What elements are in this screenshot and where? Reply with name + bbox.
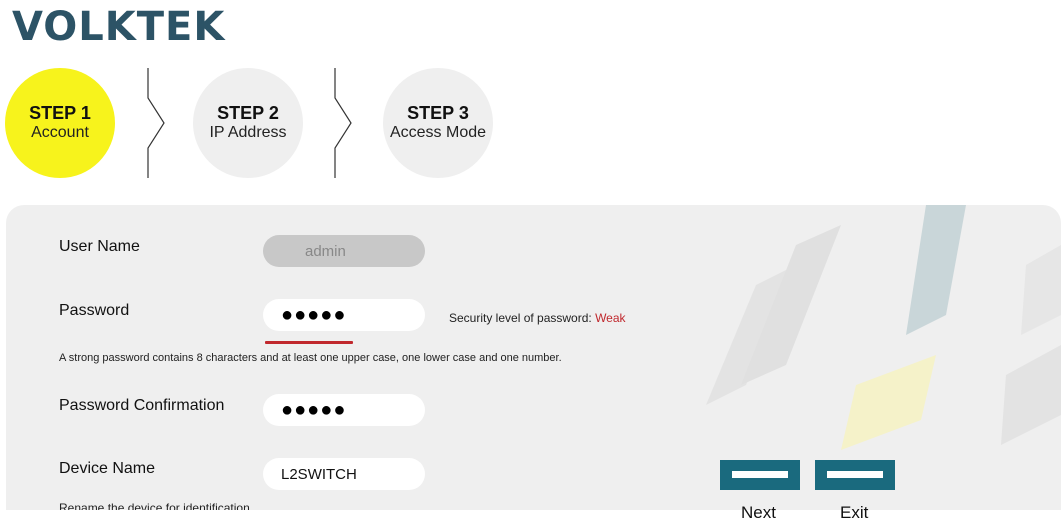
exit-button-label[interactable]: Exit: [840, 503, 868, 523]
username-label: User Name: [59, 238, 140, 255]
exit-button[interactable]: [815, 460, 895, 490]
password-confirmation-input[interactable]: ●●●●●: [263, 394, 425, 426]
password-confirmation-label: Password Confirmation: [59, 397, 225, 414]
security-level-label: Security level of password:: [449, 311, 596, 325]
next-button[interactable]: [720, 460, 800, 490]
step-2-ip-address[interactable]: STEP 2 IP Address: [193, 68, 303, 178]
step-3-number: STEP 3: [407, 103, 469, 123]
step-1-number: STEP 1: [29, 103, 91, 123]
account-form-panel: User Name admin Password ●●●●● Security …: [6, 205, 1061, 510]
step-1-label: Account: [31, 124, 89, 141]
step-3-access-mode[interactable]: STEP 3 Access Mode: [383, 68, 493, 178]
password-label: Password: [59, 302, 130, 319]
password-security-level: Security level of password: Weak: [449, 311, 626, 325]
volktek-logo: VOLKTEK: [12, 4, 226, 50]
username-input[interactable]: admin: [263, 235, 425, 267]
device-name-value: L2SWITCH: [281, 465, 357, 483]
step-separator-chevron-icon: [334, 68, 352, 178]
next-button-bar-icon: [732, 471, 788, 478]
step-2-number: STEP 2: [217, 103, 279, 123]
security-level-value: Weak: [595, 311, 626, 325]
password-confirmation-masked-value: ●●●●●: [281, 398, 347, 421]
password-strength-bar: [265, 341, 353, 344]
step-1-account[interactable]: STEP 1 Account: [5, 68, 115, 178]
step-3-label: Access Mode: [389, 124, 487, 141]
password-hint: A strong password contains 8 characters …: [59, 352, 562, 364]
device-name-input[interactable]: L2SWITCH: [263, 458, 425, 490]
password-input[interactable]: ●●●●●: [263, 299, 425, 331]
next-button-label[interactable]: Next: [741, 503, 776, 523]
exit-button-bar-icon: [827, 471, 883, 478]
step-2-label: IP Address: [209, 124, 287, 141]
device-name-label: Device Name: [59, 460, 156, 477]
step-separator-chevron-icon: [147, 68, 165, 178]
password-masked-value: ●●●●●: [281, 303, 347, 326]
device-name-hint: Rename the device for identification.: [59, 501, 254, 510]
username-value: admin: [305, 242, 346, 260]
